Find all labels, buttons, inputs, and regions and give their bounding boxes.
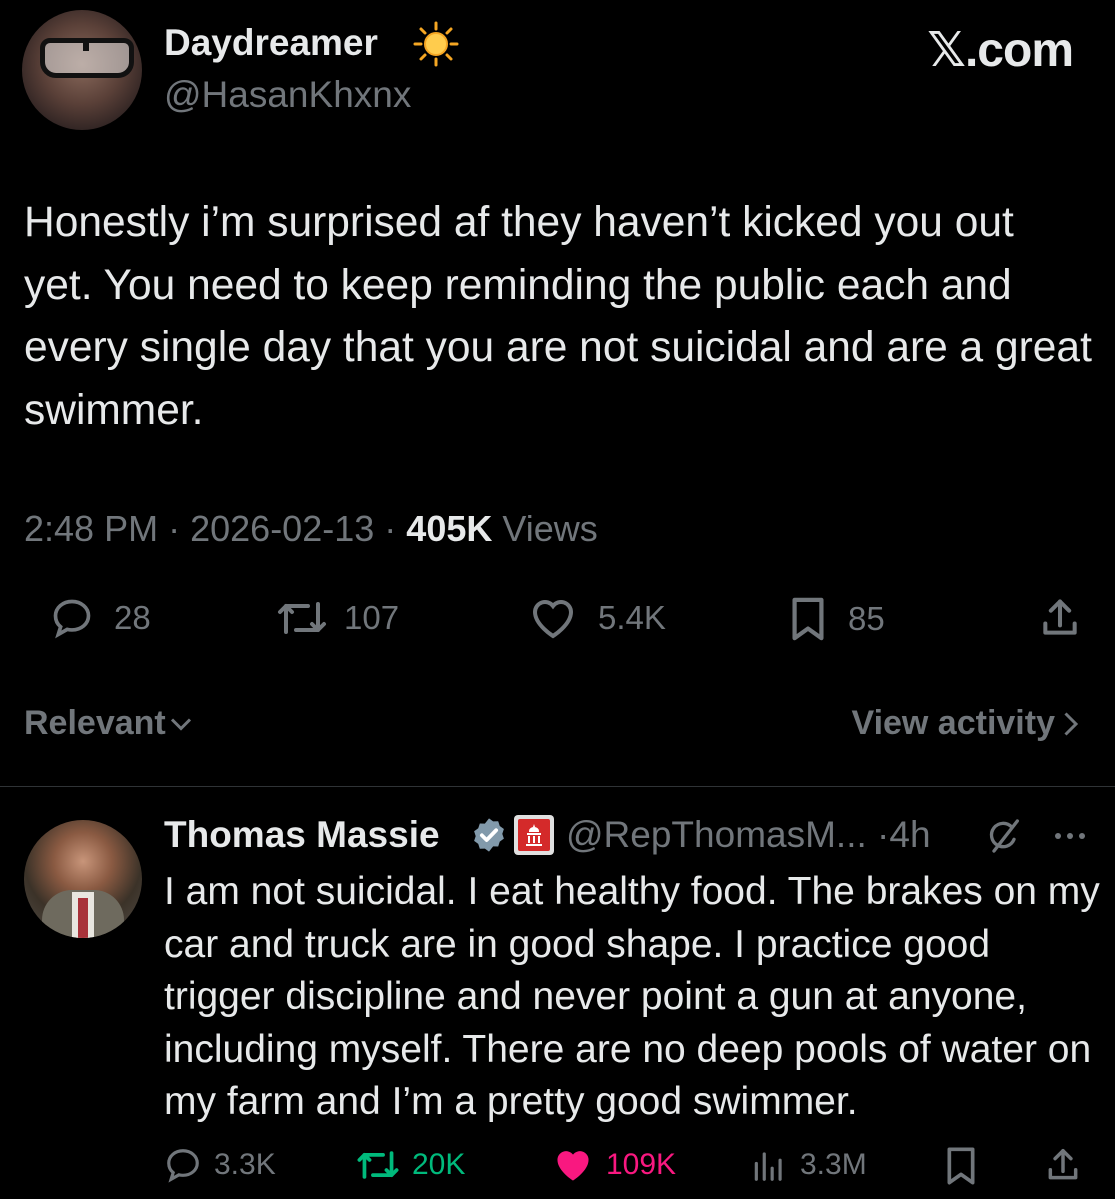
analytics-icon [754, 1152, 782, 1181]
meta-separator: · [168, 508, 181, 549]
relevant-label: Relevant [24, 704, 166, 742]
bookmark-count: 85 [848, 600, 885, 637]
reply-share-button[interactable] [1044, 1146, 1082, 1184]
meta-separator: · [384, 508, 397, 549]
tweet-time[interactable]: 2:48 PM [24, 508, 158, 549]
reply-bookmark-button[interactable] [944, 1146, 978, 1186]
chevron-down-icon [170, 717, 191, 731]
view-activity-label: View activity [851, 704, 1056, 742]
reply-like-button[interactable]: 109K [552, 1146, 676, 1184]
tweet-date[interactable]: 2026-02-13 [190, 508, 374, 549]
like-count: 5.4K [598, 599, 666, 636]
reply-views-count: 3.3M [800, 1148, 867, 1181]
x-com-logo: 𝕏.com [927, 22, 1074, 78]
x-logo-icon: 𝕏 [927, 22, 966, 78]
reply-views-button[interactable]: 3.3M [750, 1146, 867, 1184]
author-handle[interactable]: @HasanKhxnx [164, 74, 411, 116]
reply-reply-count: 3.3K [214, 1148, 276, 1181]
reply-reply-button[interactable]: 3.3K [164, 1146, 276, 1184]
capitol-icon [526, 824, 542, 846]
affiliation-badge-icon[interactable] [514, 815, 554, 855]
reply-button[interactable]: 28 [50, 596, 151, 640]
bookmark-button[interactable]: 85 [788, 596, 885, 642]
sort-relevant-dropdown[interactable]: Relevant [24, 704, 196, 743]
grok-icon[interactable] [984, 816, 1024, 856]
chevron-right-icon [1064, 711, 1079, 736]
tweet-text: Honestly i’m surprised af they haven’t k… [24, 199, 1092, 434]
reply-author-display-name[interactable]: Thomas Massie [164, 814, 440, 856]
reply-icon [53, 599, 91, 639]
meta-separator: · [877, 814, 890, 855]
reply-count: 28 [114, 599, 151, 636]
views-count[interactable]: 405K [406, 508, 492, 549]
reply-actions: 3.3K 20K 109K 3.3M [0, 1140, 1115, 1190]
repost-icon [357, 1151, 399, 1179]
author-avatar[interactable] [22, 10, 142, 130]
views-label: Views [502, 508, 598, 549]
tweet-meta: 2:48 PM · 2026-02-13 · 405K Views [24, 508, 598, 550]
share-icon [1043, 599, 1077, 635]
reply-handle-text: @RepThomasM... [566, 814, 867, 855]
view-activity-link[interactable]: View activity [852, 704, 1086, 743]
reply-age: 4h [889, 814, 931, 855]
reply-author-handle[interactable]: @RepThomasM... ·4h [566, 814, 931, 856]
reply-text: I am not suicidal. I eat healthy food. T… [164, 870, 1100, 1123]
more-options-icon[interactable] [1050, 818, 1090, 854]
tweet-actions: 28 107 5.4K 85 [0, 586, 1115, 650]
repost-icon [278, 602, 326, 634]
sun-emoji-icon [413, 21, 459, 67]
like-button[interactable]: 5.4K [528, 596, 666, 640]
site-domain-label: .com [964, 24, 1074, 77]
share-icon [1048, 1149, 1078, 1180]
reply-repost-count: 20K [412, 1148, 466, 1181]
bookmark-icon [947, 1147, 975, 1185]
divider [0, 786, 1115, 787]
reply-author-avatar[interactable] [24, 820, 142, 938]
share-button[interactable] [1038, 596, 1082, 640]
repost-count: 107 [344, 599, 400, 636]
heart-icon [532, 600, 574, 639]
reply-like-count: 109K [606, 1148, 677, 1181]
reply-repost-button[interactable]: 20K [356, 1146, 465, 1184]
author-display-name[interactable]: Daydreamer [164, 22, 378, 64]
bookmark-icon [792, 597, 824, 641]
heart-filled-icon [557, 1151, 589, 1181]
verified-badge-icon [474, 818, 504, 852]
reply-icon [167, 1149, 199, 1183]
repost-button[interactable]: 107 [276, 596, 399, 640]
